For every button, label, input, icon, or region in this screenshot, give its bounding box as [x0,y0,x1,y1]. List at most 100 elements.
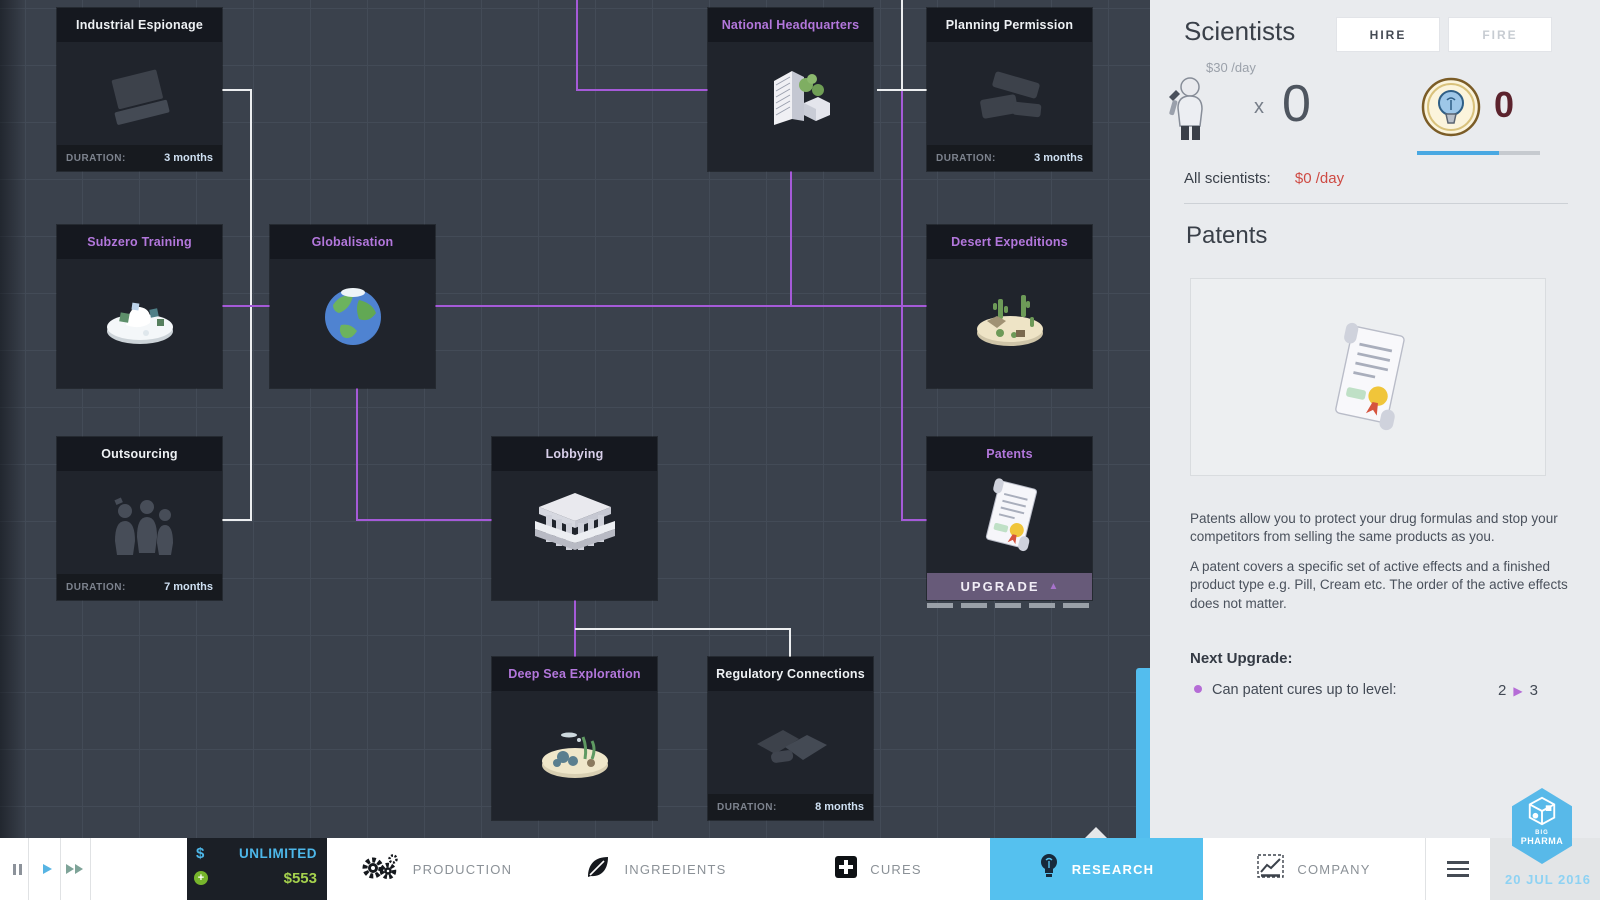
section-divider [1184,203,1568,204]
tree-connection [576,0,578,91]
tab-label: CURES [870,861,922,877]
node-title: Planning Permission [927,8,1092,42]
tab-company[interactable]: COMPANY [1203,838,1425,900]
multiply-symbol: x [1254,96,1264,118]
scientists-heading: Scientists [1184,16,1296,46]
play-icon[interactable] [38,838,56,900]
bottom-toolbar: $ UNLIMITED + $553 PRODUCTION INGREDIENT… [0,838,1600,900]
research-node-desert-expeditions[interactable]: Desert Expeditions [927,225,1092,388]
research-node-regulatory-connections[interactable]: Regulatory Connections DURATION: 8 months [708,657,873,820]
research-node-national-headquarters[interactable]: National Headquarters [708,8,873,171]
node-body: DURATION: 8 months [708,691,873,820]
tab-ingredients[interactable]: INGREDIENTS [545,838,767,900]
research-node-subzero-training[interactable]: Subzero Training [57,225,222,388]
scientist-daily-rate: $30 /day [1206,60,1256,75]
research-node-globalisation[interactable]: Globalisation [270,225,435,388]
construction-icon [965,65,1055,140]
budget-label: UNLIMITED [239,846,317,861]
tab-label: RESEARCH [1071,861,1155,877]
tab-cures[interactable]: CURES [767,838,990,900]
node-body [708,42,873,171]
bullet-icon [1194,685,1202,693]
patents-description-1: Patents allow you to protect your drug f… [1190,510,1558,545]
buildings-icon [746,57,836,148]
tree-connection [790,171,792,307]
node-body [927,259,1092,388]
node-body [927,471,1092,573]
leaf-icon [585,854,611,885]
logo-text-line2: PHARMA [1520,836,1564,846]
node-title: Regulatory Connections [708,657,873,691]
tree-connection [575,628,791,630]
patents-description-2: A patent covers a specific set of active… [1190,558,1568,611]
duration-value: 3 months [164,152,213,164]
tree-connection [576,89,708,91]
node-body: DURATION: 3 months [927,42,1092,171]
active-tab-notch [1085,827,1107,838]
toolbar-divider [1425,838,1426,900]
node-body: DURATION: 7 months [57,471,222,600]
upgrade-effect-text: Can patent cures up to level: [1212,682,1397,698]
node-title: Patents [927,437,1092,471]
node-body: DURATION: 3 months [57,42,222,171]
tab-label: PRODUCTION [412,861,513,877]
all-scientists-row: All scientists: $0 /day [1184,170,1344,187]
hamburger-icon[interactable] [1432,838,1484,900]
iceberg-icon [94,275,186,364]
research-node-outsourcing[interactable]: Outsourcing DURATION: 7 months [57,437,222,600]
gears-icon [360,853,400,886]
globe-icon [311,275,395,364]
fast-forward-icon[interactable] [63,838,87,900]
current-level: 2 [1498,682,1507,699]
chart-icon [1257,854,1285,884]
research-node-patents[interactable]: Patents UPGRADE ▲ [927,437,1092,600]
node-body [270,259,435,388]
tree-connection [356,388,358,521]
research-progress-bar [1417,151,1540,155]
desert-icon [964,275,1056,364]
upgrade-levels: 2 ▶ 3 [1498,682,1538,699]
toolbar-divider [90,838,91,900]
tab-research[interactable]: RESEARCH [990,838,1203,900]
seabed-icon [529,707,621,796]
research-node-deep-sea-exploration[interactable]: Deep Sea Exploration [492,657,657,820]
duration-label: DURATION: [717,801,777,813]
tree-connection [222,89,252,91]
hire-button[interactable]: HIRE [1336,17,1440,52]
node-duration-row: DURATION: 8 months [708,794,873,820]
cube-logo-icon [1526,795,1558,832]
workers-icon [95,489,185,574]
duration-label: DURATION: [66,152,126,164]
tree-connection [901,91,903,521]
cross-icon [835,855,858,883]
tree-connection [434,305,927,307]
node-title: Outsourcing [57,437,222,471]
fire-button[interactable]: FIRE [1448,17,1552,52]
tree-connection [222,305,270,307]
scientist-count: 0 [1282,75,1311,133]
tab-label: INGREDIENTS [624,861,727,877]
duration-label: DURATION: [936,152,996,164]
tab-production[interactable]: PRODUCTION [327,838,545,900]
pause-icon[interactable] [8,838,26,900]
node-upgrade-progress [927,603,1092,608]
currency-symbol: $ [196,845,205,862]
toolbar-divider [28,838,29,900]
research-tree-canvas[interactable]: Industrial Espionage DURATION: 3 months Nat… [0,0,1150,838]
upgrade-effect-row: Can patent cures up to level: [1194,682,1397,698]
all-scientists-label: All scientists: [1184,170,1271,187]
node-title: Industrial Espionage [57,8,222,42]
next-upgrade-label: Next Upgrade: [1190,650,1293,667]
node-title: Subzero Training [57,225,222,259]
tree-connection [901,519,927,521]
research-node-industrial-espionage[interactable]: Industrial Espionage DURATION: 3 months [57,8,222,171]
upgrade-button[interactable]: UPGRADE ▲ [927,573,1092,600]
money-panel: $ UNLIMITED + $553 [187,838,327,900]
handshake-icon [745,714,837,789]
patents-heading: Patents [1186,222,1268,249]
tab-label: COMPANY [1297,861,1371,877]
node-duration-row: DURATION: 3 months [927,145,1092,171]
duration-value: 3 months [1034,152,1083,164]
research-node-planning-permission[interactable]: Planning Permission DURATION: 3 months [927,8,1092,171]
research-node-lobbying[interactable]: Lobbying [492,437,657,600]
